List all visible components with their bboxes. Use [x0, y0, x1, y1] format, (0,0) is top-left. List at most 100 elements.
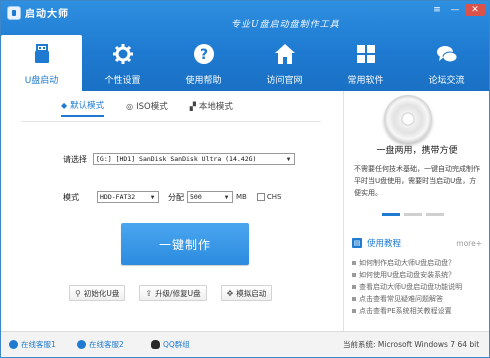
close-button[interactable]: ✕: [465, 4, 485, 16]
carousel-dot[interactable]: [382, 213, 400, 216]
tutorial-link[interactable]: 查看启动大师U盘启动盘功能说明: [352, 281, 486, 293]
upgrade-icon: ⇪: [145, 288, 153, 298]
mode-select[interactable]: HDD-FAT32 ▼: [97, 191, 159, 203]
book-icon: ▤: [352, 238, 362, 248]
tab-local-mode[interactable]: ▞ 本地模式: [190, 99, 233, 117]
tutorial-link[interactable]: 点击查看PE系统相关教程设置: [352, 305, 486, 317]
carousel-dot[interactable]: [426, 213, 444, 216]
bullet-icon: [352, 273, 356, 277]
menu-button[interactable]: ≡: [429, 4, 445, 16]
tab-label: 本地模式: [198, 102, 233, 112]
chs-label: CHS: [266, 193, 282, 201]
tab-label: ISO模式: [136, 102, 168, 112]
nav-item-usb-boot[interactable]: U盘启动: [1, 35, 82, 91]
tutorial-link-text: 如何制作启动大师U盘启动盘？: [359, 259, 456, 267]
nav-item-software[interactable]: 常用软件: [325, 35, 406, 91]
qq-group-link[interactable]: QQ群组: [151, 339, 190, 350]
tutorial-link[interactable]: 如何制作启动大师U盘启动盘？: [352, 257, 486, 269]
chs-checkbox[interactable]: [256, 193, 265, 201]
sidebar: 一盘两用，携带方便 不需要任何技术基础，一键自动完成制作平时当U盘使用，需要时当…: [343, 91, 489, 331]
status-bar: 在线客服1 在线客服2 QQ群组 当前系统: Microsoft Windows…: [1, 331, 489, 357]
nav-label: 使用帮助: [185, 76, 222, 86]
mode-value: HDD-FAT32: [100, 193, 136, 201]
nav-label: U盘启动: [24, 76, 59, 86]
bullet-icon: [352, 285, 356, 289]
tutorial-title: 使用教程: [367, 239, 402, 249]
bullet-icon: [352, 261, 356, 265]
home-icon: [273, 42, 297, 66]
system-info: 当前系统: Microsoft Windows 7 64 bit: [343, 340, 480, 349]
minimize-button[interactable]: —: [447, 4, 463, 16]
promo-text: 不需要任何技术基础，一键自动完成制作平时当U盘使用，需要时当启动U盘，方便实用。: [354, 165, 480, 197]
tutorial-link-text: 点击查看PE系统相关教程设置: [359, 307, 452, 315]
online-service-1-link[interactable]: 在线客服1: [9, 339, 56, 350]
upgrade-repair-button[interactable]: ⇪ 升级/修复U盘: [139, 285, 207, 301]
broom-icon: ⚲: [75, 288, 81, 298]
chs-option[interactable]: CHS: [256, 193, 282, 201]
device-value: [G:] [HD1] SanDisk SanDisk Ultra (14.42G…: [96, 155, 257, 163]
slogan: 专业U盘启动盘制作工具: [231, 20, 340, 30]
qq-label: QQ群组: [163, 340, 190, 349]
nav-item-website[interactable]: 访问官网: [244, 35, 325, 91]
simulate-icon: ✥: [226, 288, 234, 298]
signal-icon: ▞: [189, 101, 196, 111]
apps-icon: [354, 42, 378, 66]
chevron-down-icon: ▼: [150, 193, 155, 201]
nav-label: 常用软件: [347, 76, 384, 86]
tutorial-link[interactable]: 点击查看常见疑难问题解答: [352, 293, 486, 305]
tool-label: 升级/修复U盘: [155, 288, 201, 298]
partition-select[interactable]: 500 ▼: [187, 191, 233, 203]
tutorial-link-text: 点击查看常见疑难问题解答: [359, 295, 443, 303]
tool-label: 初始化U盘: [83, 288, 120, 298]
partition-unit: MB: [236, 193, 247, 201]
tool-label: 模拟启动: [236, 288, 267, 298]
promo-carousel: 一盘两用，携带方便 不需要任何技术基础，一键自动完成制作平时当U盘使用，需要时当…: [344, 91, 489, 229]
app-window: 启动大师 专业U盘启动盘制作工具 ≡ — ✕ U盘启动 个性设置 ? 使用帮助 …: [0, 0, 490, 358]
user-icon: [9, 340, 18, 349]
tab-iso-mode[interactable]: ◎ ISO模式: [126, 99, 168, 117]
disc-image: [384, 95, 432, 143]
nav-item-help[interactable]: ? 使用帮助: [163, 35, 244, 91]
gear-icon: [111, 42, 135, 66]
tutorial-link-text: 如何使用U盘启动盘安装系统？: [359, 271, 456, 279]
main-nav: U盘启动 个性设置 ? 使用帮助 访问官网 常用软件 论坛交流: [1, 35, 489, 91]
qq-icon: [151, 340, 160, 349]
tool-buttons: ⚲ 初始化U盘 ⇪ 升级/修复U盘 ✥ 模拟启动: [69, 285, 273, 301]
app-title: 启动大师: [7, 5, 69, 20]
nav-label: 个性设置: [104, 76, 141, 86]
usb-icon: [30, 42, 54, 66]
device-label: 请选择: [63, 154, 87, 164]
tab-default-mode[interactable]: ◆ 默认模式: [61, 99, 105, 117]
main-panel: ◆ 默认模式 ◎ ISO模式 ▞ 本地模式 请选择 [G:] [HD1] San…: [1, 91, 341, 331]
nav-item-forum[interactable]: 论坛交流: [406, 35, 487, 91]
disc-icon: ◎: [126, 101, 134, 111]
online-service-2-link[interactable]: 在线客服2: [77, 339, 124, 350]
nav-item-settings[interactable]: 个性设置: [82, 35, 163, 91]
divider: [21, 121, 321, 122]
service-2-label: 在线客服2: [89, 340, 124, 349]
mode-tabs: ◆ 默认模式 ◎ ISO模式 ▞ 本地模式: [61, 99, 233, 117]
partition-label: 分配: [168, 192, 184, 202]
tutorial-link-text: 查看启动大师U盘启动盘功能说明: [359, 283, 463, 291]
more-link[interactable]: more+: [456, 239, 482, 248]
help-icon: ?: [192, 42, 216, 66]
carousel-dot[interactable]: [404, 213, 422, 216]
mode-label: 模式: [63, 192, 79, 202]
simulate-boot-button[interactable]: ✥ 模拟启动: [220, 285, 273, 301]
window-controls: ≡ — ✕: [429, 4, 485, 16]
chevron-down-icon: ▼: [224, 193, 229, 201]
chat-icon: [435, 42, 459, 66]
make-boot-disk-button[interactable]: 一键制作: [121, 223, 249, 265]
device-row: 请选择 [G:] [HD1] SanDisk SanDisk Ultra (14…: [63, 153, 295, 165]
tutorial-header: ▤ 使用教程 more+: [352, 237, 482, 249]
chevron-down-icon: ▼: [286, 155, 291, 163]
carousel-dots: [382, 213, 444, 216]
tab-label: 默认模式: [70, 101, 105, 111]
promo-title: 一盘两用，携带方便: [376, 146, 458, 156]
tutorial-list: 如何制作启动大师U盘启动盘？ 如何使用U盘启动盘安装系统？ 查看启动大师U盘启动…: [352, 257, 486, 317]
init-usb-button[interactable]: ⚲ 初始化U盘: [69, 285, 126, 301]
partition-value: 500: [190, 193, 202, 201]
device-select[interactable]: [G:] [HD1] SanDisk SanDisk Ultra (14.42G…: [93, 153, 295, 165]
tutorial-link[interactable]: 如何使用U盘启动盘安装系统？: [352, 269, 486, 281]
header: 启动大师 专业U盘启动盘制作工具 ≡ — ✕ U盘启动 个性设置 ? 使用帮助 …: [1, 1, 489, 91]
